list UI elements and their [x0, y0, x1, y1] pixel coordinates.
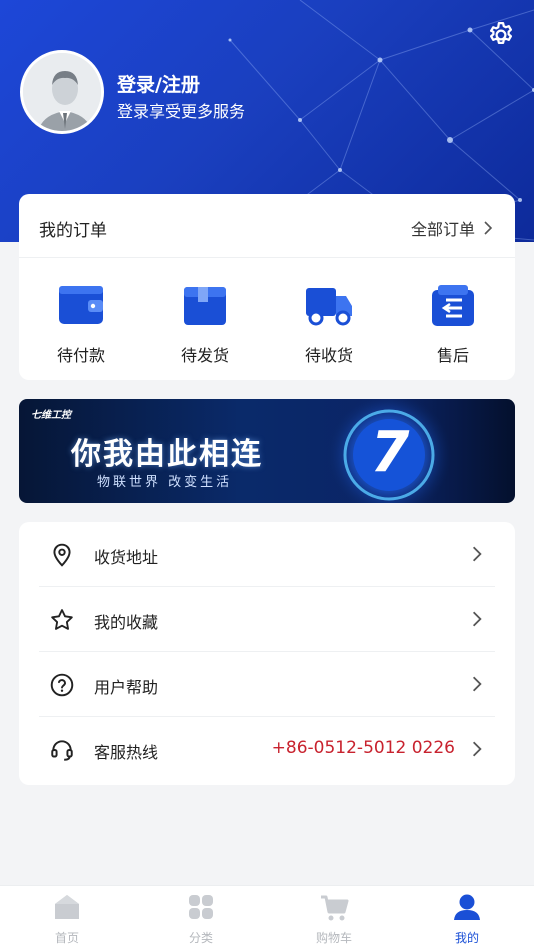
- menu-item-favorites-label: 我的收藏: [94, 613, 159, 632]
- login-register-link[interactable]: 登录/注册: [117, 70, 200, 97]
- orders-title: 我的订单: [39, 221, 107, 241]
- settings-gear-icon[interactable]: [486, 20, 516, 50]
- tab-cart-label: 购物车: [315, 931, 352, 945]
- orders-header: 我的订单 全部订单: [19, 194, 515, 258]
- user-icon: [454, 894, 480, 920]
- location-pin-icon: [53, 543, 71, 567]
- order-pending-payment[interactable]: 待付款: [26, 282, 136, 366]
- cart-icon: [321, 895, 349, 921]
- bottom-tab-bar: 首页 分类 购物车 我的: [0, 885, 534, 950]
- chevron-right-icon: [472, 611, 482, 627]
- all-orders-link[interactable]: 全部订单: [411, 216, 493, 240]
- tab-home-label: 首页: [54, 931, 79, 945]
- tab-cart[interactable]: 购物车: [294, 892, 374, 946]
- tab-category[interactable]: 分类: [161, 892, 241, 946]
- hotline-number[interactable]: +86-0512-5012 0226: [272, 738, 455, 758]
- menu-item-hotline-label: 客服热线: [94, 743, 159, 762]
- headset-icon: [51, 740, 73, 761]
- order-pending-shipment-label: 待发货: [180, 346, 229, 365]
- order-pending-receipt[interactable]: 待收货: [274, 282, 384, 366]
- package-icon: [184, 287, 226, 325]
- banner-emblem-digit: 7: [370, 420, 410, 485]
- tab-category-label: 分类: [188, 931, 213, 945]
- order-pending-receipt-label: 待收货: [304, 346, 353, 365]
- service-menu-card: 收货地址 我的收藏 用户帮助 客服热线 +86-0512-5012 0226: [19, 522, 515, 785]
- tab-mine-label: 我的: [454, 931, 479, 945]
- chevron-right-icon: [472, 741, 482, 757]
- truck-icon: [306, 288, 352, 326]
- avatar[interactable]: [20, 50, 104, 134]
- menu-item-help[interactable]: 用户帮助: [39, 652, 495, 717]
- banner-emblem-graphic: [327, 399, 451, 503]
- menu-item-hotline[interactable]: 客服热线 +86-0512-5012 0226: [39, 717, 495, 782]
- chevron-right-icon: [472, 546, 482, 562]
- order-after-sales[interactable]: 售后: [398, 282, 508, 366]
- all-orders-label: 全部订单: [410, 220, 475, 239]
- menu-item-help-label: 用户帮助: [94, 678, 159, 697]
- star-icon: [51, 609, 73, 630]
- menu-item-address[interactable]: 收货地址: [39, 522, 495, 587]
- help-circle-icon: [50, 673, 74, 697]
- home-icon: [55, 895, 79, 919]
- tab-home[interactable]: 首页: [27, 892, 107, 946]
- chevron-right-icon: [472, 676, 482, 692]
- order-pending-shipment[interactable]: 待发货: [150, 282, 260, 366]
- order-after-sales-label: 售后: [436, 346, 469, 365]
- category-grid-icon: [189, 895, 213, 919]
- chevron-right-icon: [484, 221, 493, 235]
- menu-item-favorites[interactable]: 我的收藏: [39, 587, 495, 652]
- my-orders-card: 我的订单 全部订单 待付款 待发货 待收货 售后: [19, 194, 515, 380]
- wallet-icon: [59, 286, 103, 324]
- login-subtitle: 登录享受更多服务: [117, 102, 246, 121]
- menu-item-address-label: 收货地址: [94, 548, 159, 567]
- return-icon: [432, 285, 474, 326]
- order-pending-payment-label: 待付款: [56, 346, 105, 365]
- promo-banner[interactable]: 七维工控 你我由此相连 物联世界 改变生活 7: [19, 399, 515, 503]
- tab-mine[interactable]: 我的: [427, 892, 507, 946]
